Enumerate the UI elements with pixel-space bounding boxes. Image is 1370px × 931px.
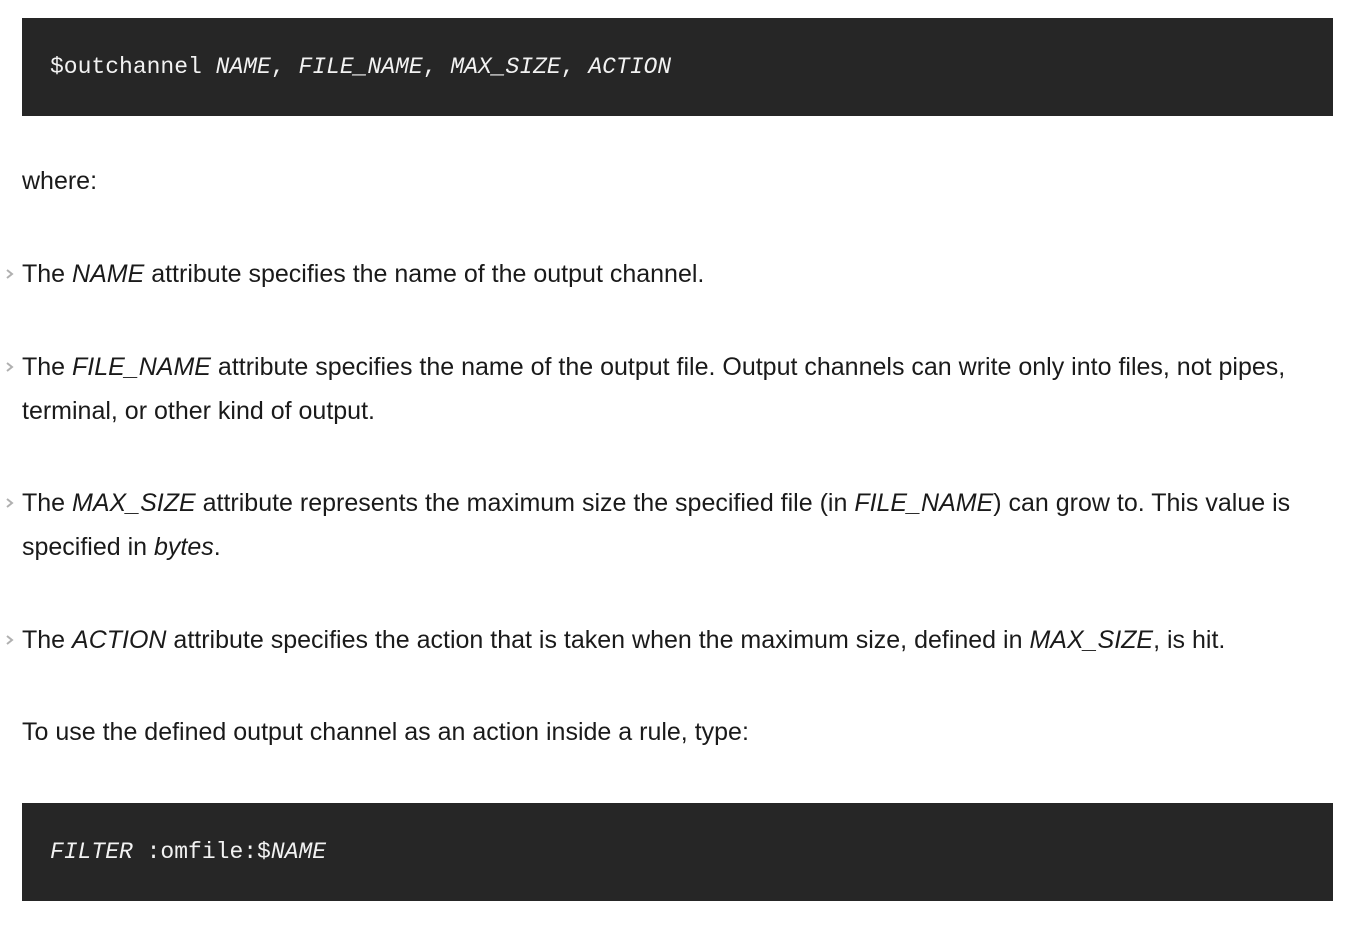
usage-instruction: To use the defined output channel as an … xyxy=(22,718,749,746)
code-block-outchannel-syntax: $outchannel NAME, FILE_NAME, MAX_SIZE, A… xyxy=(22,18,1333,116)
code-arg-file-name: FILE_NAME xyxy=(298,54,423,80)
chevron-right-icon xyxy=(5,618,15,662)
item-text: , is hit. xyxy=(1153,626,1226,654)
item-text: The xyxy=(22,489,73,517)
list-item-file-name: The FILE_NAME attribute specifies the na… xyxy=(6,345,1342,433)
item-term: MAX_SIZE xyxy=(1029,626,1154,654)
item-text: . xyxy=(213,533,221,561)
document-page: $outchannel NAME, FILE_NAME, MAX_SIZE, A… xyxy=(0,0,1370,931)
list-item-action: The ACTION attribute specifies the actio… xyxy=(6,618,1342,662)
item-text: attribute specifies the action that is t… xyxy=(166,626,1030,654)
item-term: FILE_NAME xyxy=(72,353,211,381)
code-command: $outchannel xyxy=(50,54,216,80)
chevron-right-icon xyxy=(5,345,15,389)
chevron-right-icon xyxy=(5,481,15,525)
item-term: FILE_NAME xyxy=(854,489,994,517)
code-arg-max-size: MAX_SIZE xyxy=(450,54,561,80)
chevron-right-icon xyxy=(5,252,15,296)
code-arg-action: ACTION xyxy=(588,54,672,80)
code-arg-name: NAME xyxy=(215,54,271,80)
code-separator: , xyxy=(270,54,299,80)
where-label: where: xyxy=(22,167,98,195)
item-term: ACTION xyxy=(72,626,167,654)
code-separator: , xyxy=(560,54,589,80)
code-omfile: :omfile:$ xyxy=(132,839,271,865)
item-text: attribute represents the maximum size th… xyxy=(195,489,855,517)
list-item-max-size: The MAX_SIZE attribute represents the ma… xyxy=(6,481,1342,569)
item-term: MAX_SIZE xyxy=(72,489,196,517)
code-block-filter-usage: FILTER :omfile:$ NAME xyxy=(22,803,1333,901)
item-term: NAME xyxy=(72,260,145,288)
item-text: attribute specifies the name of the outp… xyxy=(22,353,1286,425)
list-item-name: The NAME attribute specifies the name of… xyxy=(6,252,1342,296)
item-text: The xyxy=(22,626,73,654)
item-text: The xyxy=(22,260,73,288)
item-text: The xyxy=(22,353,73,381)
code-filter: FILTER xyxy=(50,839,133,865)
code-separator: , xyxy=(422,54,451,80)
code-arg-name: NAME xyxy=(270,839,327,865)
item-text: attribute specifies the name of the outp… xyxy=(144,260,705,288)
item-term: bytes xyxy=(154,533,214,561)
